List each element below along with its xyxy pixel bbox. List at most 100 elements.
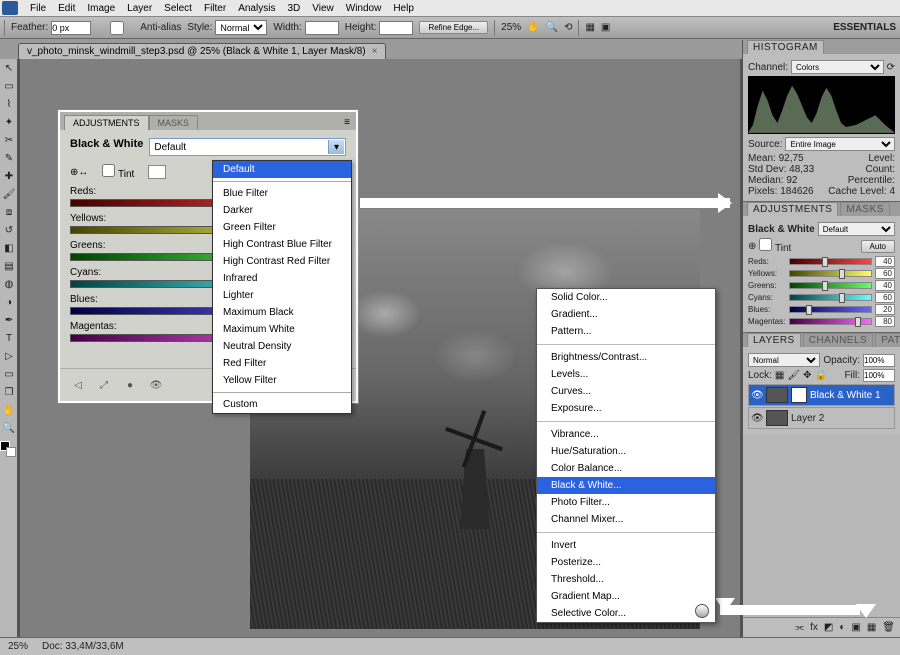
- blend-mode-select[interactable]: Normal: [748, 353, 820, 367]
- layer-mask-icon[interactable]: ◩: [824, 622, 833, 633]
- crop-tool-icon[interactable]: ✂: [0, 131, 18, 149]
- zoom-tool-icon[interactable]: 🔍: [0, 419, 18, 437]
- path-tool-icon[interactable]: ▷: [0, 347, 18, 365]
- eyedropper-tool-icon[interactable]: ✎: [0, 149, 18, 167]
- preset-option[interactable]: Default: [213, 161, 351, 178]
- ctx-item[interactable]: Curves...: [537, 383, 715, 400]
- back-icon[interactable]: ◁: [70, 377, 86, 393]
- history-brush-icon[interactable]: ↺: [0, 221, 18, 239]
- preset-option[interactable]: Neutral Density: [213, 338, 351, 355]
- menu-3d[interactable]: 3D: [281, 1, 306, 16]
- 3d-tool-icon[interactable]: ❒: [0, 383, 18, 401]
- hand-tool-icon[interactable]: ✋: [0, 401, 18, 419]
- hand-icon[interactable]: ✋: [527, 22, 539, 33]
- zoom-icon[interactable]: 🔍: [546, 22, 558, 33]
- masks-tab[interactable]: MASKS: [840, 202, 890, 216]
- panel-menu-icon[interactable]: ≡: [338, 115, 356, 130]
- layer-fx-icon[interactable]: fx: [810, 622, 818, 633]
- channels-tab[interactable]: CHANNELS: [803, 333, 873, 347]
- stamp-tool-icon[interactable]: ⧈: [0, 203, 18, 221]
- channel-select[interactable]: Colors: [791, 60, 884, 74]
- antialias-checkbox[interactable]: Anti-alias: [97, 21, 181, 35]
- ctx-item[interactable]: Hue/Saturation...: [537, 443, 715, 460]
- menu-layer[interactable]: Layer: [121, 1, 158, 16]
- preset-option[interactable]: Custom: [213, 396, 351, 413]
- ctx-item[interactable]: Color Balance...: [537, 460, 715, 477]
- width-input[interactable]: [305, 21, 339, 35]
- slider-reds[interactable]: Reds:40: [748, 256, 895, 267]
- type-tool-icon[interactable]: T: [0, 329, 18, 347]
- menu-view[interactable]: View: [306, 1, 340, 16]
- visibility-icon[interactable]: 👁: [751, 413, 763, 424]
- target-icon[interactable]: ⊕: [748, 241, 756, 252]
- preset-option[interactable]: High Contrast Blue Filter: [213, 236, 351, 253]
- clip-icon[interactable]: ●: [122, 377, 138, 393]
- feather-input[interactable]: [51, 21, 91, 35]
- move-tool-icon[interactable]: ↖: [0, 59, 18, 77]
- delete-layer-icon[interactable]: 🗑: [882, 622, 895, 633]
- dodge-tool-icon[interactable]: ◑: [0, 293, 18, 311]
- source-select[interactable]: Entire Image: [785, 137, 895, 151]
- ctx-item[interactable]: Solid Color...: [537, 289, 715, 306]
- gradient-tool-icon[interactable]: ▤: [0, 257, 18, 275]
- lock-transparent-icon[interactable]: ▦: [775, 370, 784, 381]
- preset-option[interactable]: Green Filter: [213, 219, 351, 236]
- expand-icon[interactable]: ⤢: [96, 377, 112, 393]
- ctx-item[interactable]: Threshold...: [537, 571, 715, 588]
- preset-option[interactable]: Darker: [213, 202, 351, 219]
- style-select[interactable]: Normal: [215, 20, 267, 35]
- brush-tool-icon[interactable]: 🖌: [0, 185, 18, 203]
- big-adjustments-tab[interactable]: ADJUSTMENTS: [64, 115, 149, 130]
- big-masks-tab[interactable]: MASKS: [149, 115, 199, 130]
- blur-tool-icon[interactable]: ◍: [0, 275, 18, 293]
- auto-button[interactable]: Auto: [861, 240, 895, 253]
- wand-tool-icon[interactable]: ✦: [0, 113, 18, 131]
- lock-position-icon[interactable]: ✥: [803, 370, 811, 381]
- close-tab-icon[interactable]: ×: [372, 46, 378, 57]
- preset-option[interactable]: Blue Filter: [213, 185, 351, 202]
- adjustment-layer-icon[interactable]: ◐: [839, 622, 845, 633]
- layer-row[interactable]: 👁Black & White 1: [748, 384, 895, 406]
- preset-dropdown[interactable]: Default▾: [149, 138, 346, 156]
- ctx-item[interactable]: Gradient...: [537, 306, 715, 323]
- ctx-item[interactable]: Channel Mixer...: [537, 511, 715, 528]
- status-zoom[interactable]: 25%: [8, 641, 28, 652]
- preset-select-small[interactable]: Default: [818, 222, 895, 236]
- pen-tool-icon[interactable]: ✒: [0, 311, 18, 329]
- ctx-item[interactable]: Selective Color...: [537, 605, 715, 622]
- link-layers-icon[interactable]: ⫘: [795, 622, 804, 633]
- slider-yellows[interactable]: Yellows:60: [748, 268, 895, 279]
- adjustment-layer-button-icon[interactable]: [695, 604, 709, 618]
- preset-option[interactable]: Red Filter: [213, 355, 351, 372]
- refresh-icon[interactable]: ⟳: [887, 62, 895, 73]
- target-adjust-icon[interactable]: ⊕↔: [70, 167, 88, 178]
- preset-option[interactable]: Yellow Filter: [213, 372, 351, 389]
- color-swatch[interactable]: [0, 441, 16, 457]
- paths-tab[interactable]: PATHS: [875, 333, 900, 347]
- opacity-input[interactable]: [863, 354, 895, 367]
- menu-file[interactable]: File: [24, 1, 52, 16]
- heal-tool-icon[interactable]: ✚: [0, 167, 18, 185]
- menu-edit[interactable]: Edit: [52, 1, 81, 16]
- menu-filter[interactable]: Filter: [198, 1, 232, 16]
- slider-greens[interactable]: Greens:40: [748, 280, 895, 291]
- ctx-item[interactable]: Posterize...: [537, 554, 715, 571]
- document-tab[interactable]: v_photo_minsk_windmill_step3.psd @ 25% (…: [18, 43, 386, 59]
- marquee-tool-icon[interactable]: ▭: [0, 77, 18, 95]
- lasso-tool-icon[interactable]: ⌇: [0, 95, 18, 113]
- histogram-tab[interactable]: HISTOGRAM: [747, 40, 824, 54]
- ctx-item[interactable]: Invert: [537, 537, 715, 554]
- menu-image[interactable]: Image: [81, 1, 121, 16]
- layer-row[interactable]: 👁Layer 2: [748, 407, 895, 429]
- slider-magentas[interactable]: Magentas:80: [748, 316, 895, 327]
- eraser-tool-icon[interactable]: ◧: [0, 239, 18, 257]
- ctx-item[interactable]: Exposure...: [537, 400, 715, 417]
- preset-option[interactable]: High Contrast Red Filter: [213, 253, 351, 270]
- layers-tab[interactable]: LAYERS: [747, 333, 801, 347]
- menu-window[interactable]: Window: [340, 1, 388, 16]
- shape-tool-icon[interactable]: ▭: [0, 365, 18, 383]
- workspace-switcher[interactable]: ESSENTIALS: [833, 22, 896, 33]
- preset-option[interactable]: Lighter: [213, 287, 351, 304]
- ctx-item[interactable]: Levels...: [537, 366, 715, 383]
- big-tint-checkbox[interactable]: Tint: [102, 164, 134, 180]
